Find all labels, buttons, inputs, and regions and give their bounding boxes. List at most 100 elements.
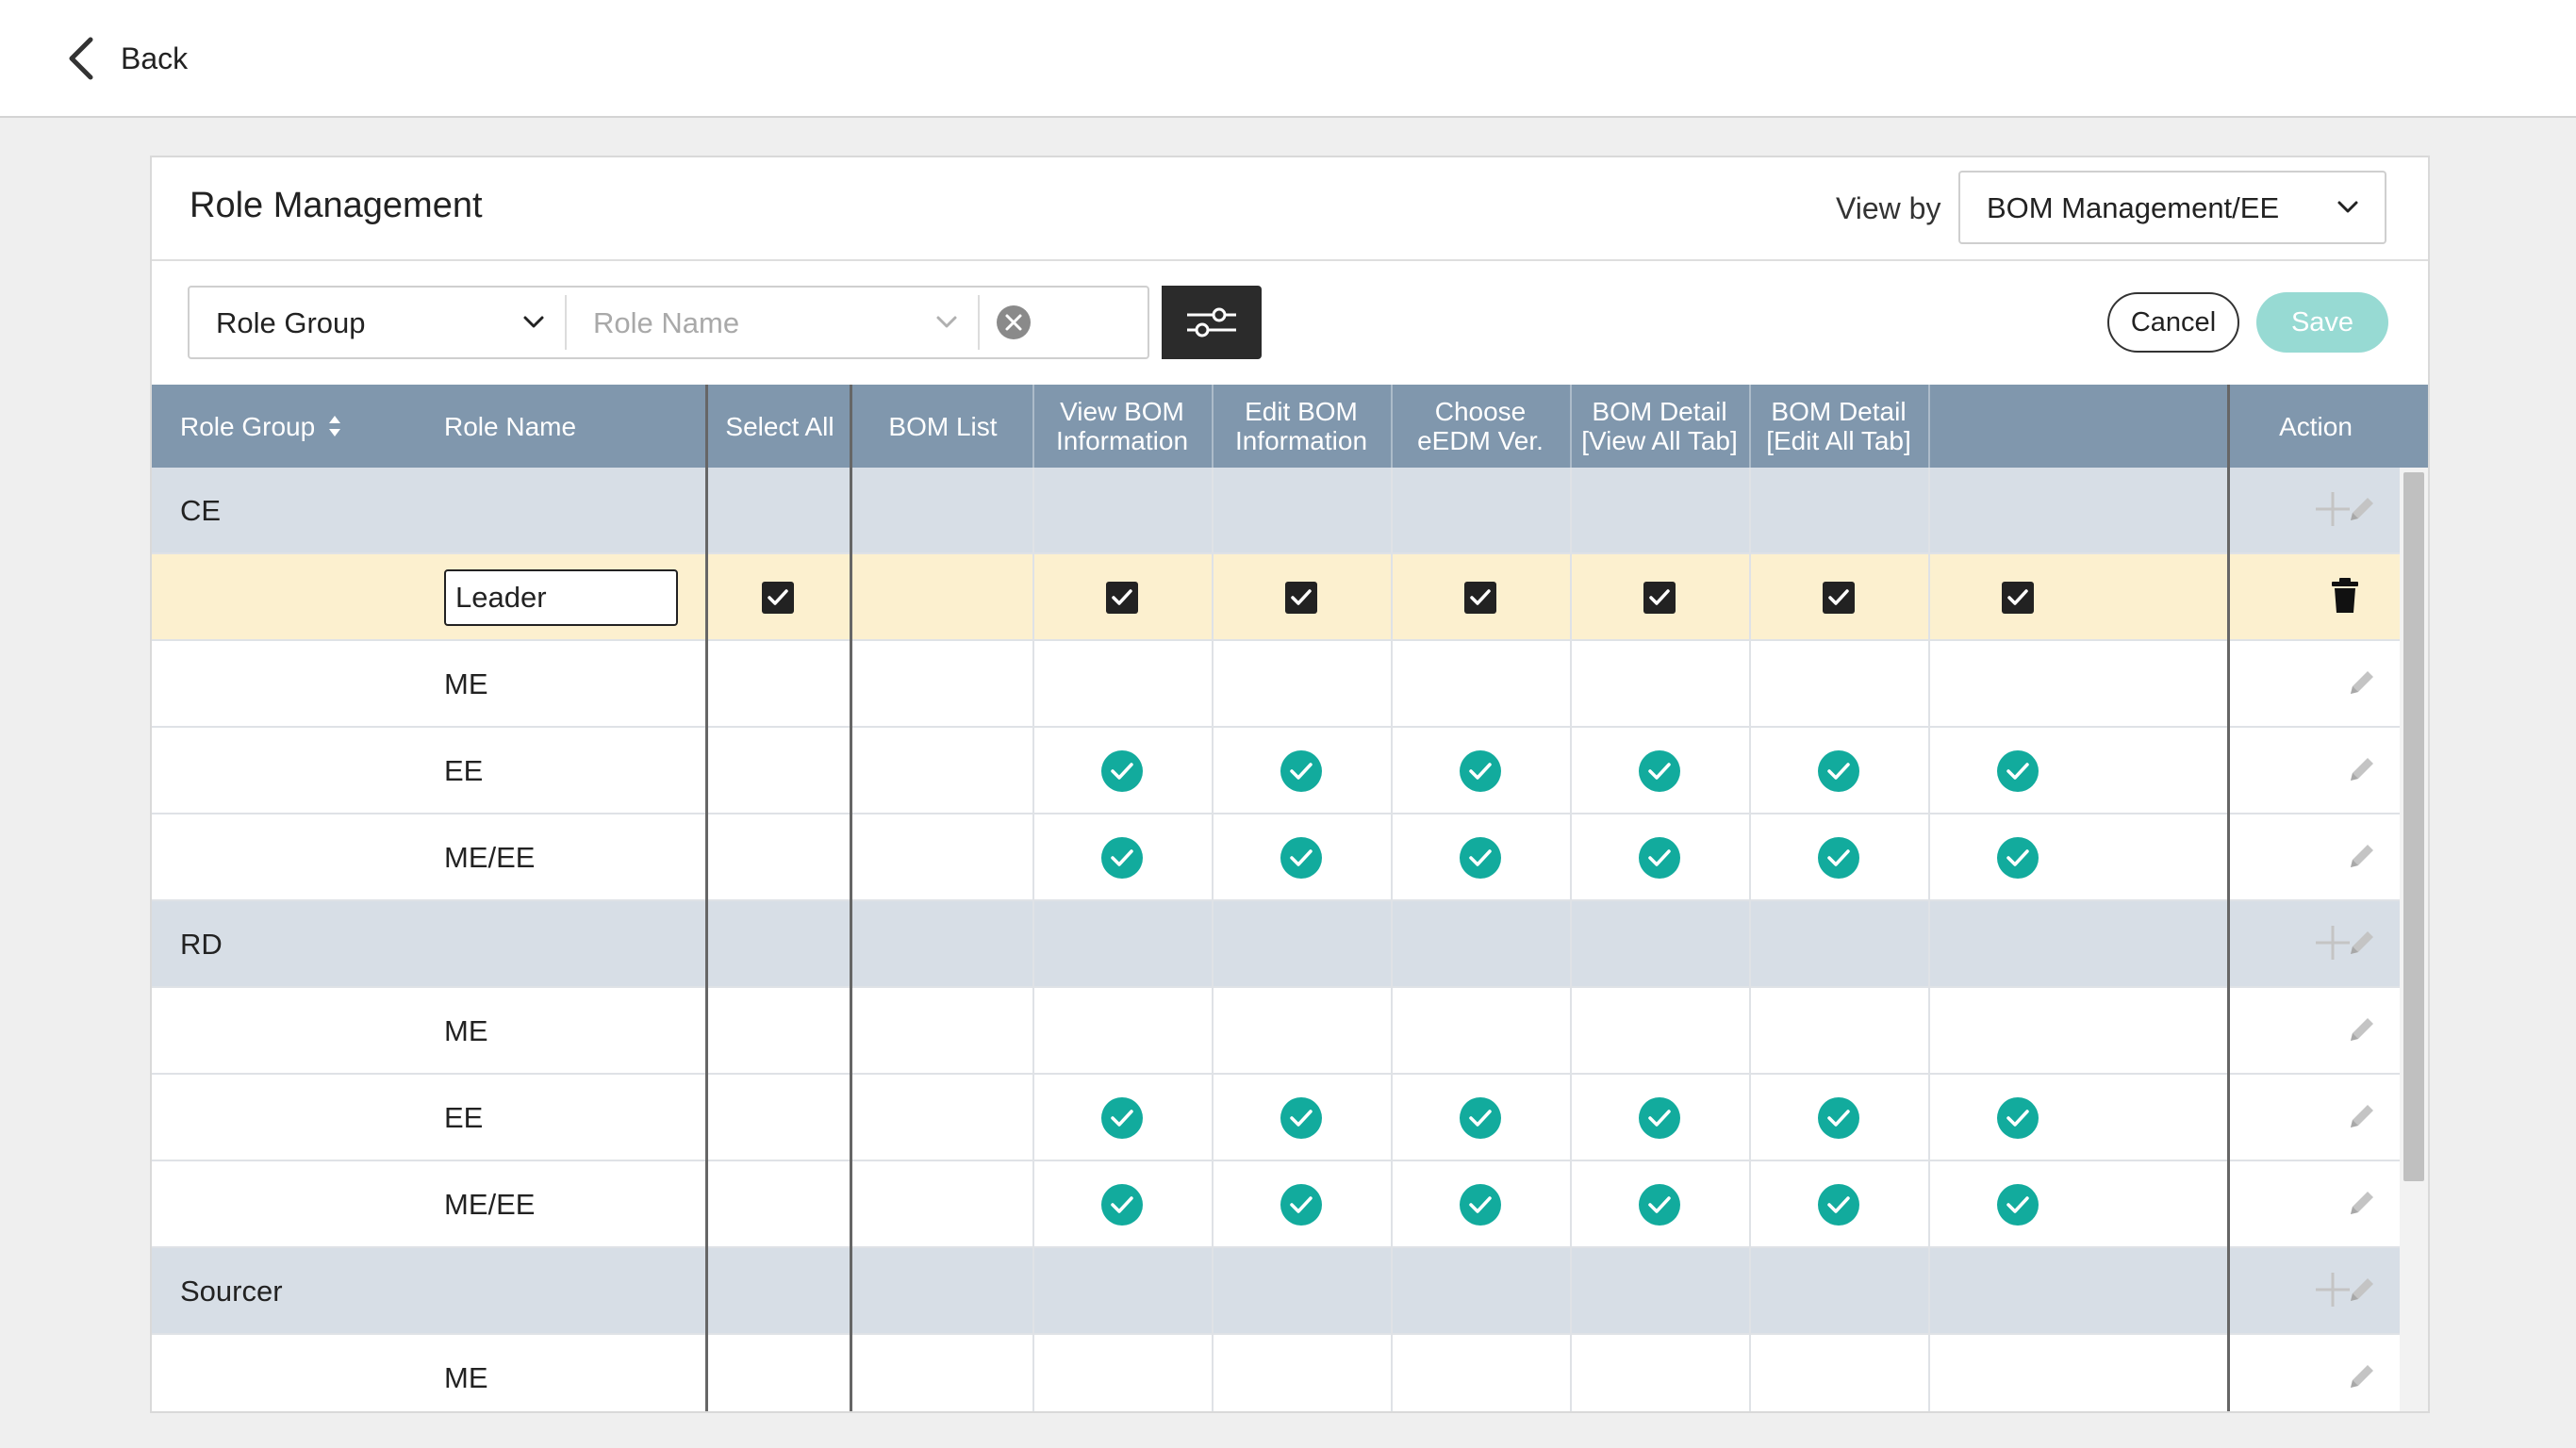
divider	[978, 295, 980, 350]
header-divider	[1391, 385, 1393, 468]
table-row: ME/EE	[152, 814, 2400, 901]
col-view-bom-info: View BOM Information	[1032, 385, 1212, 468]
col-edit-bom-info-line2: Information	[1234, 426, 1368, 455]
cancel-button[interactable]: Cancel	[2107, 292, 2239, 353]
trash-icon[interactable]	[2330, 577, 2360, 615]
check-circle-icon	[1460, 750, 1501, 792]
pencil-icon[interactable]	[2345, 1359, 2379, 1393]
filter-bar: Role Group Role Name	[188, 286, 1149, 359]
role-name: ME	[444, 1361, 488, 1394]
save-button[interactable]: Save	[2256, 292, 2388, 353]
role-group-select[interactable]: Role Group	[216, 306, 366, 340]
group-label: CE	[180, 494, 222, 527]
pencil-icon[interactable]	[2345, 492, 2379, 526]
divider	[565, 295, 567, 350]
column-divider	[1928, 468, 1930, 1411]
column-divider	[1032, 468, 1034, 1411]
pencil-icon[interactable]	[2345, 926, 2379, 960]
pencil-icon[interactable]	[2345, 839, 2379, 873]
header-divider	[1032, 385, 1034, 468]
col-role-group[interactable]: Role Group	[180, 385, 369, 468]
role-name: EE	[444, 754, 484, 787]
pencil-icon[interactable]	[2345, 1273, 2379, 1307]
table-row: ME/EE	[152, 1161, 2400, 1248]
pencil-icon[interactable]	[2345, 752, 2379, 786]
role-management-panel: Role Management View by BOM Management/E…	[150, 156, 2430, 1413]
check-circle-icon	[1101, 750, 1143, 792]
col-select-all: Select All	[725, 411, 834, 441]
check-circle-icon	[1997, 1184, 2039, 1226]
back-button[interactable]: Back	[66, 32, 188, 85]
checkbox-checked-icon[interactable]	[1822, 581, 1856, 615]
group-row: CE	[152, 468, 2400, 554]
check-circle-icon	[1639, 837, 1680, 879]
check-circle-icon	[1639, 750, 1680, 792]
col-bom-list: BOM List	[888, 411, 998, 441]
checkbox-checked-icon[interactable]	[761, 581, 795, 615]
check-circle-icon	[1997, 750, 2039, 792]
view-by-select[interactable]: BOM Management/EE	[1958, 171, 2386, 244]
checkbox-checked-icon[interactable]	[1284, 581, 1318, 615]
col-role-name: Role Name	[444, 411, 577, 441]
view-by-value: BOM Management/EE	[1987, 191, 2280, 224]
pencil-icon[interactable]	[2345, 666, 2379, 699]
pencil-icon[interactable]	[2345, 1012, 2379, 1046]
col-view-bom-info-line2: Information	[1055, 426, 1189, 455]
column-divider	[1391, 468, 1393, 1411]
check-circle-icon	[1280, 750, 1322, 792]
chevron-down-icon[interactable]	[934, 310, 959, 335]
check-circle-icon	[1101, 1097, 1143, 1139]
table-row: EE	[152, 1075, 2400, 1161]
chevron-down-icon[interactable]	[521, 310, 546, 335]
checkbox-checked-icon[interactable]	[1463, 581, 1497, 615]
checkbox-checked-icon[interactable]	[1105, 581, 1139, 615]
sliders-icon	[1187, 307, 1236, 337]
view-by-label: View by	[1836, 191, 1941, 225]
checkbox-checked-icon[interactable]	[2001, 581, 2035, 615]
pencil-icon[interactable]	[2345, 1186, 2379, 1220]
check-circle-icon	[1818, 750, 1859, 792]
table-header: Role Group Role Name Select All BOM List…	[152, 385, 2428, 468]
role-name: EE	[444, 1101, 484, 1134]
table-row: ME	[152, 988, 2400, 1075]
role-name: ME	[444, 1014, 488, 1047]
role-name: ME	[444, 667, 488, 700]
col-role-group-label: Role Group	[180, 411, 316, 441]
panel-header: Role Management View by BOM Management/E…	[152, 157, 2428, 261]
col-bom-detail-edit: BOM Detail [Edit All Tab]	[1749, 385, 1928, 468]
group-row: Sourcer	[152, 1248, 2400, 1335]
check-circle-icon	[1997, 1097, 2039, 1139]
col-edit-bom-info-line1: Edit BOM	[1245, 397, 1358, 426]
col-bom-detail-view-line2: [View All Tab]	[1581, 426, 1738, 455]
header-divider	[1928, 385, 1930, 468]
filter-settings-button[interactable]	[1162, 286, 1262, 359]
table-row: ME	[152, 641, 2400, 728]
col-bom-detail-view: BOM Detail [View All Tab]	[1570, 385, 1749, 468]
chevron-down-icon	[2337, 201, 2358, 213]
pencil-icon[interactable]	[2345, 1099, 2379, 1133]
check-circle-icon	[1818, 837, 1859, 879]
check-circle-icon	[1460, 1184, 1501, 1226]
col-view-bom-info-line1: View BOM	[1060, 397, 1184, 426]
chevron-left-icon	[69, 37, 93, 80]
check-circle-icon	[1460, 1097, 1501, 1139]
group-label: Sourcer	[180, 1275, 283, 1308]
check-circle-icon	[1639, 1184, 1680, 1226]
table-row: ME	[152, 1335, 2400, 1411]
role-name-select[interactable]: Role Name	[593, 306, 739, 340]
check-circle-icon	[1818, 1097, 1859, 1139]
checkbox-checked-icon[interactable]	[1643, 581, 1676, 615]
header-divider	[1212, 385, 1214, 468]
role-name-input[interactable]	[444, 569, 678, 626]
column-divider	[1749, 468, 1751, 1411]
column-divider-thick	[850, 385, 852, 1411]
check-circle-icon	[1101, 1184, 1143, 1226]
col-edit-bom-info: Edit BOM Information	[1212, 385, 1391, 468]
header-divider	[1570, 385, 1572, 468]
scrollbar-thumb[interactable]	[2403, 472, 2424, 1181]
close-circle-icon[interactable]	[996, 304, 1032, 340]
header-divider	[1749, 385, 1751, 468]
column-divider	[1212, 468, 1214, 1411]
editing-role-row	[152, 554, 2400, 641]
sort-icon[interactable]	[328, 414, 341, 438]
